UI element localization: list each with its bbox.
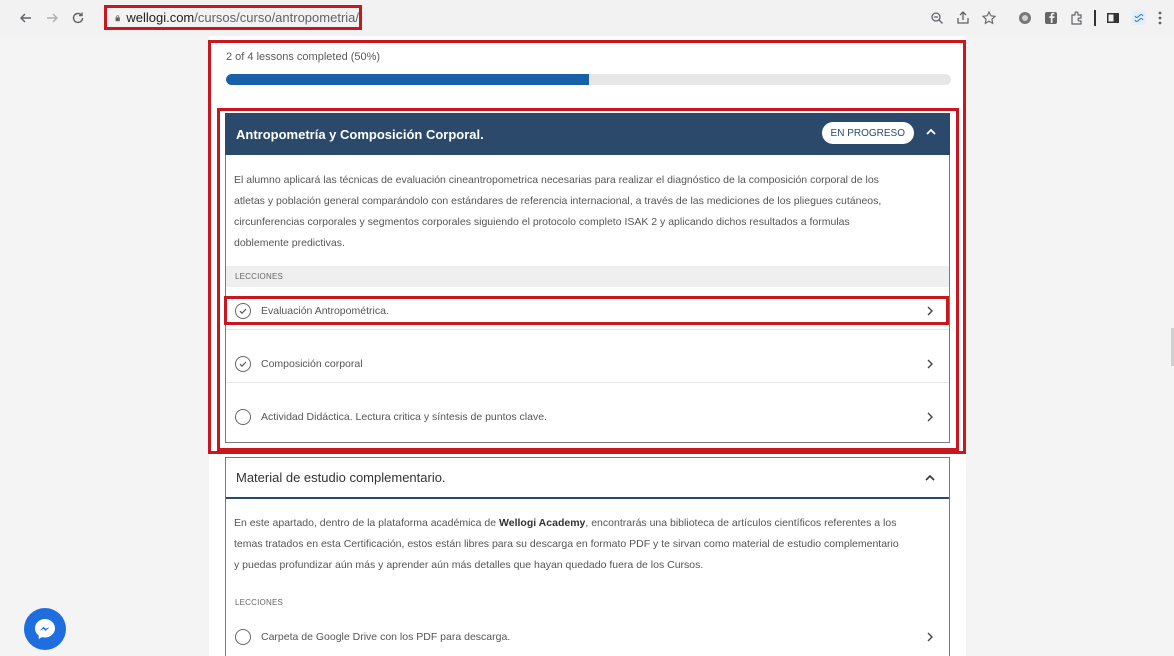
forward-icon[interactable] [42,8,62,28]
reload-icon[interactable] [68,8,88,28]
brand-name: Wellogi Academy [499,517,586,529]
messenger-icon [35,619,55,639]
section-description-line: y puedas profundizar aún más y aprender … [234,559,704,571]
bookmark-star-icon[interactable] [978,8,1000,28]
extension-f-icon[interactable] [1040,8,1062,28]
highlight-box-lesson [224,296,949,325]
description-text: , encontrarás una biblioteca de artículo… [585,517,897,529]
lesson-item[interactable]: Carpeta de Google Drive con los PDF para… [226,618,949,656]
share-icon[interactable] [952,8,974,28]
lesson-title: Carpeta de Google Drive con los PDF para… [261,631,511,643]
zoom-icon[interactable] [926,8,948,28]
highlight-box-section [217,108,959,451]
browser-toolbar: wellogi.com/cursos/curso/antropometria/ [0,0,1174,36]
section-title: Material de estudio complementario. [236,470,446,485]
description-text: En este apartado, dentro de la plataform… [234,517,500,529]
section-description-line: En este apartado, dentro de la plataform… [234,513,944,534]
profile-avatar-icon[interactable] [1128,8,1150,28]
chevron-right-icon [927,632,933,642]
back-icon[interactable] [16,8,36,28]
url-host: wellogi.com [126,10,195,25]
menu-dots-icon[interactable] [1154,8,1166,28]
section-header-material[interactable]: Material de estudio complementario. [226,458,949,499]
url-path: /cursos/curso/antropometria/ [194,10,359,25]
messenger-chat-button[interactable] [24,608,66,650]
side-panel-icon[interactable] [1102,8,1124,28]
lock-icon [115,14,120,21]
extensions-puzzle-icon[interactable] [1066,8,1088,28]
toolbar-divider [1092,8,1098,28]
extension-record-icon[interactable] [1014,8,1036,28]
address-bar[interactable]: wellogi.com/cursos/curso/antropometria/ [104,5,362,30]
lessons-heading: LECCIONES [235,598,284,607]
empty-circle-icon [235,629,251,645]
chevron-up-icon[interactable] [923,471,937,485]
section-description-line: temas tratados en esta Certificación, es… [234,538,899,550]
